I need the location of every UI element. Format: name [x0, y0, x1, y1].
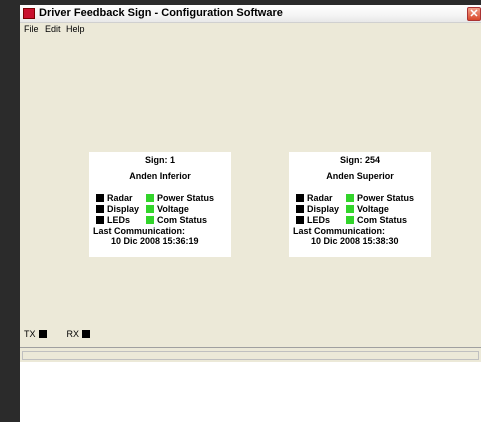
sign-name: Anden Superior [326, 171, 394, 181]
app-icon [23, 8, 35, 19]
status-label: Radar [107, 193, 133, 203]
menu-bar: File Edit Help [20, 23, 481, 36]
app-window: Driver Feedback Sign - Configuration Sof… [20, 5, 481, 362]
com-status-indicator [346, 216, 354, 224]
status-label: Com Status [357, 215, 408, 225]
menu-file[interactable]: File [24, 24, 39, 34]
status-power: Power Status [346, 193, 414, 203]
status-label: Power Status [357, 193, 415, 203]
status-label: Voltage [157, 204, 189, 214]
status-label: Voltage [357, 204, 389, 214]
status-label: LEDs [107, 215, 131, 225]
last-communication-label: Last Communication: [293, 226, 386, 236]
status-label: Display [307, 204, 340, 214]
menu-help[interactable]: Help [66, 24, 85, 34]
status-com: Com Status [146, 215, 207, 225]
power-status-indicator [146, 194, 154, 202]
display-status-indicator [296, 205, 304, 213]
status-com: Com Status [346, 215, 407, 225]
status-display: Display [296, 204, 339, 214]
sign-name: Anden Inferior [129, 171, 191, 181]
status-radar: Radar [296, 193, 333, 203]
status-leds: LEDs [296, 215, 330, 225]
title-bar[interactable]: Driver Feedback Sign - Configuration Sof… [20, 5, 481, 23]
status-bar-panel [22, 351, 479, 360]
status-label: Radar [307, 193, 333, 203]
menu-edit[interactable]: Edit [45, 24, 61, 34]
status-leds: LEDs [96, 215, 130, 225]
com-status-indicator [146, 216, 154, 224]
radar-status-indicator [96, 194, 104, 202]
status-radar: Radar [96, 193, 133, 203]
voltage-status-indicator [346, 205, 354, 213]
last-communication-label: Last Communication: [93, 226, 186, 236]
leds-status-indicator [96, 216, 104, 224]
status-label: Com Status [157, 215, 208, 225]
display-status-indicator [96, 205, 104, 213]
tx-label: TX [24, 329, 36, 339]
status-bar [20, 347, 481, 362]
status-power: Power Status [146, 193, 214, 203]
rx-label: RX [66, 329, 80, 339]
status-label: Power Status [157, 193, 215, 203]
last-communication-time: 10 Dic 2008 15:36:19 [111, 236, 199, 246]
radar-status-indicator [296, 194, 304, 202]
last-communication-time: 10 Dic 2008 15:38:30 [311, 236, 399, 246]
close-button[interactable]: ✕ [467, 7, 481, 21]
window-title: Driver Feedback Sign - Configuration Sof… [39, 7, 283, 19]
status-label: LEDs [307, 215, 331, 225]
sign-number: Sign: 1 [144, 155, 175, 165]
tx-indicator [38, 330, 47, 338]
tx-rx-indicators: TX RX [24, 329, 91, 339]
sign-panel-254[interactable]: Sign: 254 Anden Superior Radar Power Sta… [289, 152, 431, 257]
sign-number: Sign: 254 [339, 155, 380, 165]
status-display: Display [96, 204, 139, 214]
desktop-left-edge [0, 0, 20, 422]
rx-indicator [82, 330, 91, 338]
voltage-status-indicator [146, 205, 154, 213]
status-label: Display [107, 204, 140, 214]
status-voltage: Voltage [146, 204, 189, 214]
status-voltage: Voltage [346, 204, 389, 214]
sign-panel-1[interactable]: Sign: 1 Anden Inferior Radar Power Statu… [89, 152, 231, 257]
leds-status-indicator [296, 216, 304, 224]
power-status-indicator [346, 194, 354, 202]
